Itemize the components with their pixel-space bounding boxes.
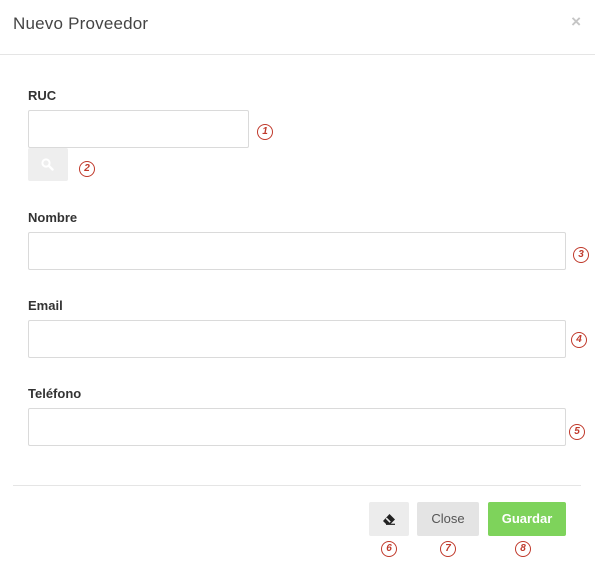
ruc-input[interactable] bbox=[28, 110, 249, 148]
annotation-marker: 7 bbox=[440, 541, 456, 557]
eraser-icon bbox=[383, 514, 395, 525]
search-icon bbox=[41, 158, 54, 171]
annotation-marker: 2 bbox=[79, 161, 95, 177]
annotation-marker: 1 bbox=[257, 124, 273, 140]
nombre-label: Nombre bbox=[28, 210, 78, 225]
annotation-marker: 5 bbox=[569, 424, 585, 440]
telefono-label: Teléfono bbox=[28, 386, 82, 401]
nombre-input[interactable] bbox=[28, 232, 566, 270]
footer-divider bbox=[13, 485, 581, 486]
dialog-title: Nuevo Proveedor bbox=[13, 14, 149, 33]
save-button[interactable]: Guardar bbox=[488, 502, 566, 536]
annotation-marker: 6 bbox=[381, 541, 397, 557]
telefono-input[interactable] bbox=[28, 408, 566, 446]
clear-button[interactable] bbox=[369, 502, 409, 536]
close-icon[interactable]: × bbox=[571, 13, 581, 30]
annotation-marker: 4 bbox=[571, 332, 587, 348]
email-input[interactable] bbox=[28, 320, 566, 358]
ruc-label: RUC bbox=[28, 88, 57, 103]
search-button[interactable] bbox=[28, 148, 68, 181]
annotation-marker: 3 bbox=[573, 247, 589, 263]
new-supplier-dialog: Nuevo Proveedor × RUC 1 2 Nombre 3 Email… bbox=[0, 0, 595, 565]
close-button[interactable]: Close bbox=[417, 502, 479, 536]
annotation-marker: 8 bbox=[515, 541, 531, 557]
dialog-header: Nuevo Proveedor × bbox=[0, 0, 595, 55]
email-label: Email bbox=[28, 298, 63, 313]
